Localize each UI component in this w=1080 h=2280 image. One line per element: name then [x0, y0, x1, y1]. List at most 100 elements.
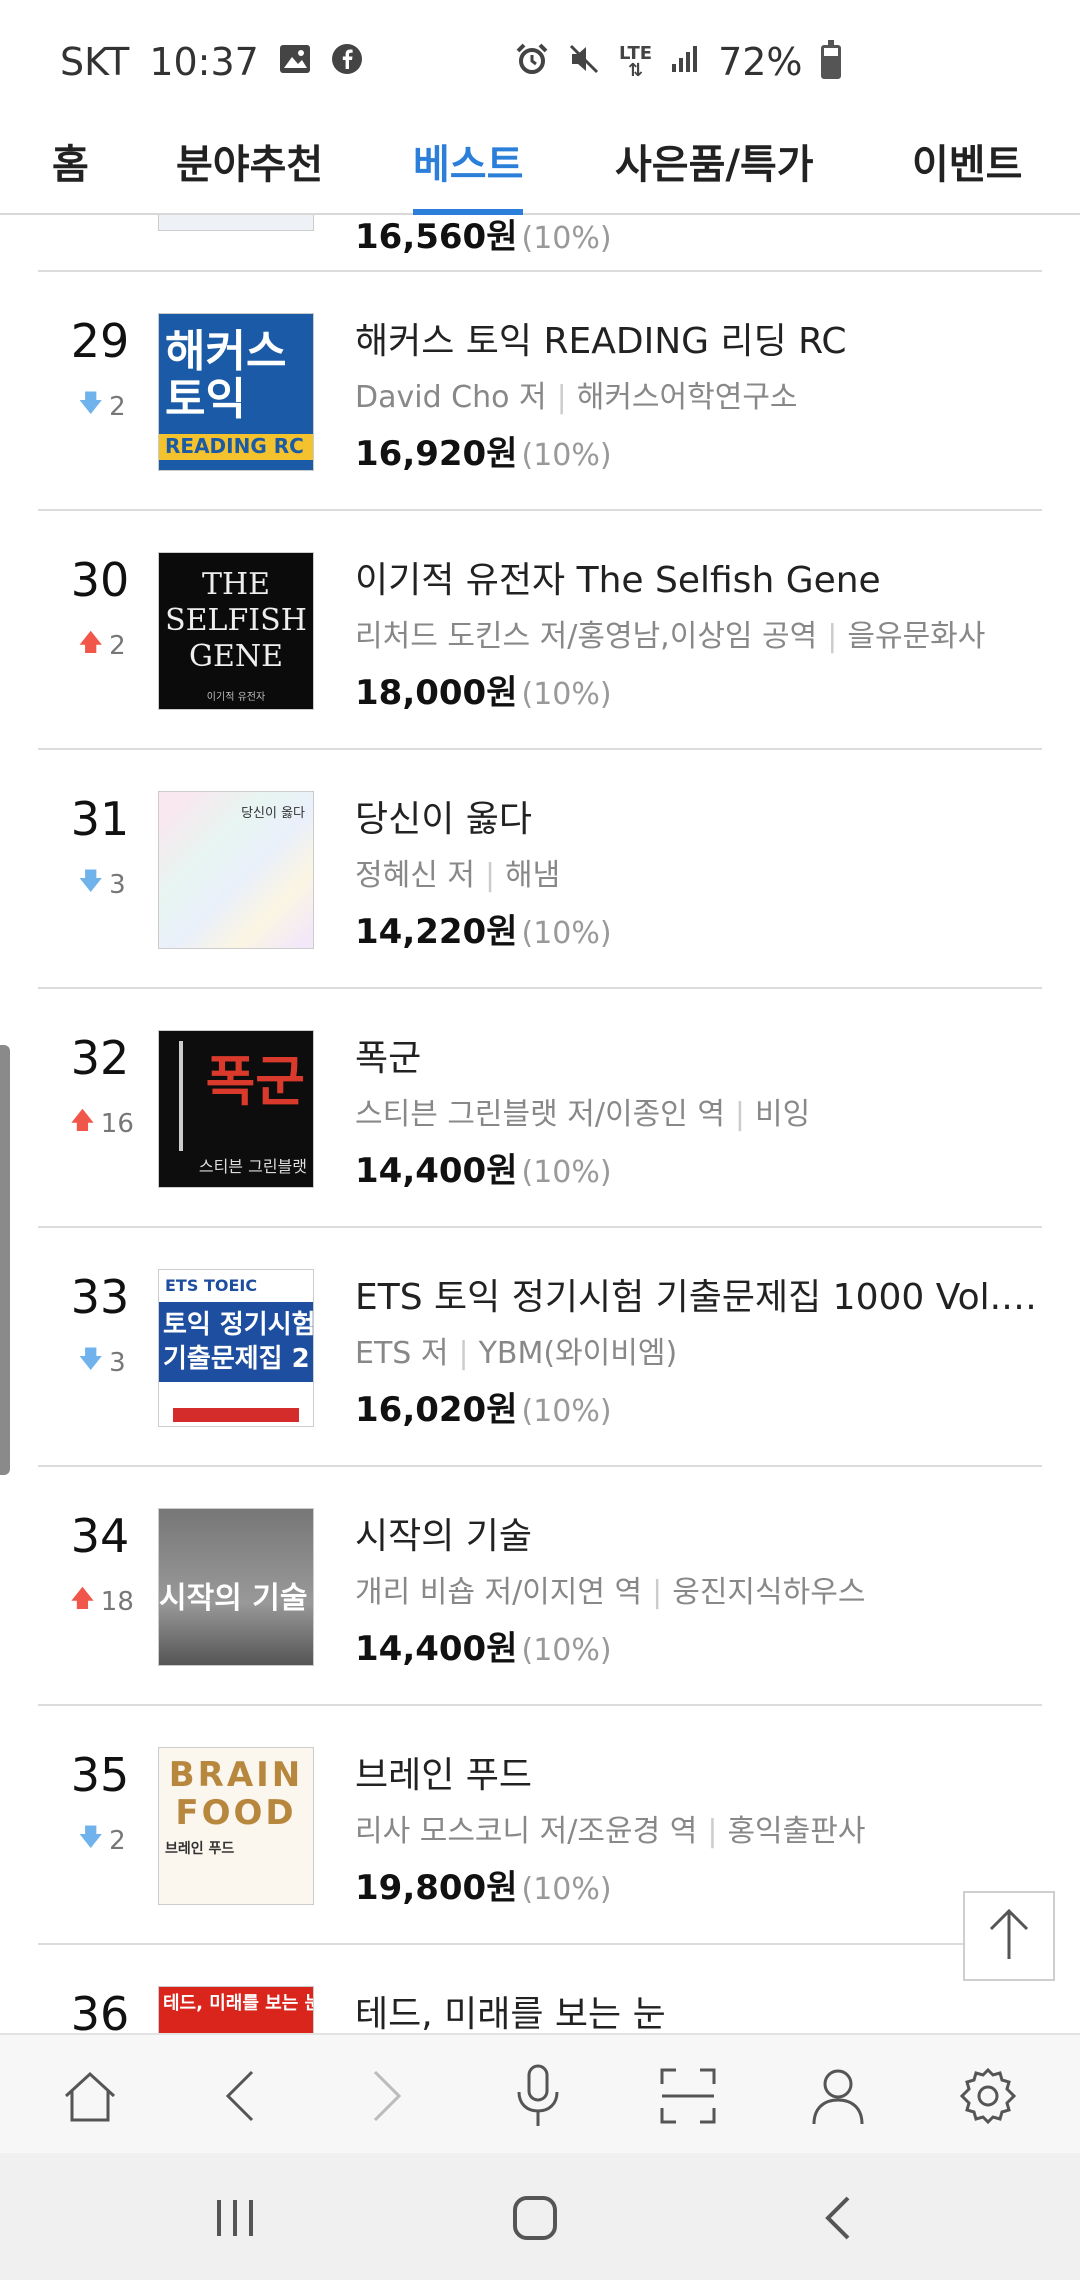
scan-icon[interactable]	[653, 2061, 723, 2131]
system-navigation-bar	[0, 2153, 1080, 2280]
category-tabs: 홈 분야추천 베스트 사은품/특가 이벤트	[0, 120, 1080, 215]
tab-gifts-deals[interactable]: 사은품/특가	[615, 132, 814, 215]
list-item[interactable]: 31 🡇 3 당신이 옳다 당신이 옳다 정혜신 저 | 해냄 14,220원 (10%…	[0, 750, 1080, 989]
rank-up-icon: 🡅	[70, 1106, 95, 1134]
book-publisher: 홍익출판사	[727, 1814, 866, 1849]
alarm-icon	[515, 42, 549, 82]
battery-percent: 72%	[718, 40, 803, 84]
book-author: 리처드 도킨스 저/홍영남,이상임 공역	[355, 619, 818, 654]
forward-icon[interactable]	[352, 2061, 422, 2131]
book-title[interactable]: ETS 토익 정기시험 기출문제집 1000 Vol.2 L...	[355, 1268, 1045, 1320]
home-icon[interactable]	[55, 2061, 125, 2131]
book-title[interactable]: 이기적 유전자 The Selfish Gene	[355, 551, 1045, 603]
book-author: David Cho 저	[355, 380, 547, 415]
list-item[interactable]: 33 🡇 3 ETS TOEIC 토익 정기시험 기출문제집 2 ETS 토익 정기…	[0, 1228, 1080, 1467]
rank-down-icon: 🡇	[78, 389, 104, 417]
book-cover[interactable]: 해커스 토익 READING RC	[158, 313, 314, 471]
rank-change: 🡇 3	[52, 864, 152, 905]
status-bar: SKT 10:37 LTE ⇅ 72%	[0, 0, 1080, 120]
book-publisher: 웅진지식하우스	[672, 1575, 866, 1610]
book-cover[interactable]: BRAIN FOOD 브레인 푸드	[158, 1747, 314, 1905]
arrow-up-icon	[987, 1907, 1031, 1965]
rank-change: 🡅 2	[52, 625, 152, 666]
rank-up-icon: 🡅	[78, 628, 104, 656]
book-author: ETS 저	[355, 1336, 449, 1371]
book-meta: 개리 비숍 저/이지연 역 | 웅진지식하우스	[355, 1575, 866, 1610]
book-meta: ETS 저 | YBM(와이비엠)	[355, 1336, 678, 1371]
account-icon[interactable]	[803, 2061, 873, 2131]
book-meta: 리처드 도킨스 저/홍영남,이상임 공역 | 을유문화사	[355, 619, 986, 654]
list-item[interactable]: 35 🡇 2 BRAIN FOOD 브레인 푸드 브레인 푸드 리사 모스코니 저/…	[0, 1706, 1080, 1945]
book-publisher: 비잉	[755, 1097, 811, 1132]
book-title[interactable]: 브레인 푸드	[355, 1746, 1045, 1798]
scroll-to-top-button[interactable]	[963, 1891, 1055, 1981]
book-price: 14,220원 (10%)	[355, 912, 612, 952]
rank-change: 🡅 18	[52, 1581, 152, 1622]
list-item[interactable]: 34 🡅 18 시작의 기술 시작의 기술 개리 비숍 저/이지연 역 | 웅진지식하…	[0, 1467, 1080, 1706]
rank-down-icon: 🡇	[78, 1823, 104, 1851]
status-right: LTE ⇅ 72%	[515, 40, 841, 84]
rank-change: 🡅 16	[52, 1103, 152, 1144]
book-author: 개리 비숍 저/이지연 역	[355, 1575, 643, 1610]
lte-indicator: LTE ⇅	[619, 43, 653, 81]
gallery-notification-icon	[279, 44, 311, 80]
book-price: 18,000원 (10%)	[355, 673, 612, 713]
bestseller-list[interactable]: 16,560원 (10%) 29 🡇 2 해커스 토익 READING RC 해커스 …	[0, 215, 1080, 2033]
tab-events[interactable]: 이벤트	[912, 132, 1022, 215]
book-publisher: 을유문화사	[847, 619, 986, 654]
status-left: SKT 10:37	[60, 40, 363, 84]
book-cover[interactable]: ETS TOEIC 토익 정기시험 기출문제집 2	[158, 1269, 314, 1427]
edge-panel-handle[interactable]	[0, 1045, 10, 1475]
book-cover[interactable]: 당신이 옳다	[158, 791, 314, 949]
book-title[interactable]: 테드, 미래를 보는 눈	[355, 1985, 1045, 2033]
rank-up-icon: 🡅	[70, 1584, 95, 1612]
list-item-partial[interactable]: 16,560원 (10%)	[0, 215, 1080, 271]
rank-change: 🡇 2	[52, 386, 152, 427]
book-author: 리사 모스코니 저/조윤경 역	[355, 1814, 698, 1849]
book-title[interactable]: 당신이 옳다	[355, 790, 1045, 842]
book-meta: David Cho 저 | 해커스어학연구소	[355, 380, 798, 415]
book-price: 16,920원 (10%)	[355, 434, 612, 474]
rank-number: 31	[70, 792, 130, 846]
book-meta: 리사 모스코니 저/조윤경 역 | 홍익출판사	[355, 1814, 866, 1849]
settings-icon[interactable]	[953, 2061, 1023, 2131]
facebook-notification-icon	[331, 43, 363, 81]
home-button-icon[interactable]	[500, 2183, 570, 2253]
book-title[interactable]: 해커스 토익 READING 리딩 RC	[355, 312, 1045, 364]
book-cover[interactable]: 폭군 스티븐 그린블랫	[158, 1030, 314, 1188]
tab-best[interactable]: 베스트	[413, 132, 524, 215]
recent-apps-icon[interactable]	[200, 2183, 270, 2253]
tab-recommend[interactable]: 분야추천	[176, 132, 323, 215]
book-cover[interactable]	[158, 215, 314, 231]
rank-number: 35	[70, 1748, 130, 1802]
book-publisher: 해커스어학연구소	[576, 380, 798, 415]
book-title[interactable]: 시작의 기술	[355, 1507, 1045, 1559]
book-title[interactable]: 폭군	[355, 1029, 1045, 1081]
back-icon[interactable]	[205, 2061, 275, 2131]
book-publisher: YBM(와이비엠)	[478, 1336, 678, 1371]
carrier-label: SKT	[60, 40, 130, 84]
book-price: 14,400원 (10%)	[355, 1151, 612, 1191]
book-price: 16,020원 (10%)	[355, 1390, 612, 1430]
back-nav-icon[interactable]	[802, 2183, 872, 2253]
rank-down-icon: 🡇	[78, 1345, 104, 1373]
signal-icon	[670, 44, 700, 80]
clock: 10:37	[149, 40, 259, 84]
list-item[interactable]: 29 🡇 2 해커스 토익 READING RC 해커스 토익 READING 리딩…	[0, 272, 1080, 511]
tab-home[interactable]: 홈	[52, 132, 89, 215]
book-cover[interactable]: THE SELFISH GENE 이기적 유전자	[158, 552, 314, 710]
book-cover[interactable]: 테드, 미래를 보는 눈	[158, 1986, 314, 2033]
microphone-icon[interactable]	[503, 2061, 573, 2131]
list-item[interactable]: 32 🡅 16 폭군 스티븐 그린블랫 폭군 스티븐 그린블랫 저/이종인 역 | 비…	[0, 989, 1080, 1228]
book-meta: 스티븐 그린블랫 저/이종인 역 | 비잉	[355, 1097, 811, 1132]
battery-icon	[820, 40, 841, 79]
book-author: 정혜신 저	[355, 858, 475, 893]
book-publisher: 해냄	[505, 858, 561, 893]
book-cover[interactable]: 시작의 기술	[158, 1508, 314, 1666]
rank-number: 34	[70, 1509, 130, 1563]
list-item[interactable]: 30 🡅 2 THE SELFISH GENE 이기적 유전자 이기적 유전자 The…	[0, 511, 1080, 750]
rank-change: 🡇 2	[52, 1820, 152, 1861]
list-item[interactable]: 36 테드, 미래를 보는 눈 테드, 미래를 보는 눈	[0, 1945, 1080, 2033]
book-meta: 정혜신 저 | 해냄	[355, 858, 561, 893]
book-price: 14,400원 (10%)	[355, 1629, 612, 1669]
